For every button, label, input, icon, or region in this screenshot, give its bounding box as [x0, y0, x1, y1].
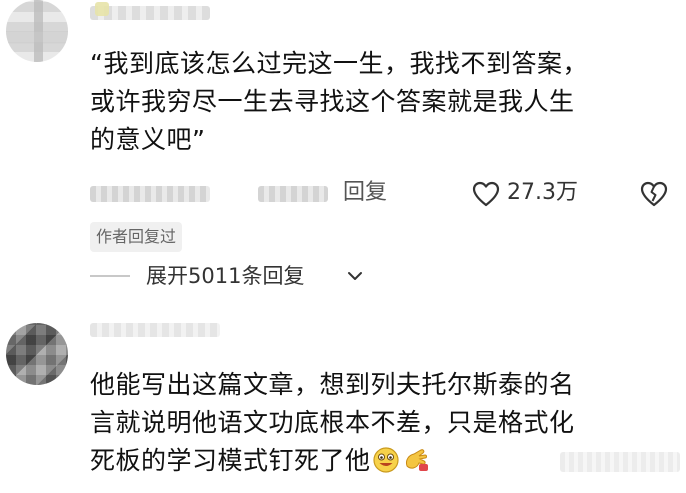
comment-line: “我到底该怎么过完这一生，我找不到答案，: [90, 49, 588, 78]
user-badge-blurred: [95, 2, 109, 16]
comment-line: 言就说明他语文功底根本不差，只是格式化: [90, 408, 575, 437]
location-blurred: [258, 186, 328, 202]
author-replied-badge: 作者回复过: [90, 222, 183, 252]
grinning-face-icon: [372, 447, 399, 473]
expand-replies-label[interactable]: 展开5011条回复: [146, 260, 304, 292]
timestamp-blurred: [90, 186, 210, 202]
clapping-hand-icon: [405, 449, 428, 471]
broken-heart-icon[interactable]: [640, 181, 668, 207]
comment-line: 或许我穷尽一生去寻找这个答案就是我人生: [90, 87, 575, 116]
comment-line: 死板的学习模式钉死了他: [90, 446, 371, 475]
expand-replies[interactable]: 展开5011条回复: [90, 260, 410, 292]
comment-text: “我到底该怎么过完这一生，我找不到答案， 或许我穷尽一生去寻找这个答案就是我人生…: [90, 45, 680, 159]
reply-button[interactable]: 回复: [343, 178, 387, 208]
username-blurred[interactable]: [90, 323, 220, 337]
avatar-blurred[interactable]: [6, 323, 68, 385]
comment-line: 的意义吧”: [90, 125, 206, 154]
avatar-blurred[interactable]: [6, 0, 68, 62]
like-count: 27.3万: [507, 180, 578, 205]
watermark-blurred: [560, 452, 680, 472]
comment-section: “我到底该怎么过完这一生，我找不到答案， 或许我穷尽一生去寻找这个答案就是我人生…: [0, 0, 686, 493]
chevron-down-icon[interactable]: [346, 267, 364, 285]
heart-outline-icon[interactable]: [472, 181, 500, 207]
comment-meta-row: 回复 27.3万: [90, 178, 680, 208]
comment-line: 他能写出这篇文章，想到列夫托尔斯泰的名: [90, 370, 575, 399]
divider-line: [90, 275, 130, 277]
